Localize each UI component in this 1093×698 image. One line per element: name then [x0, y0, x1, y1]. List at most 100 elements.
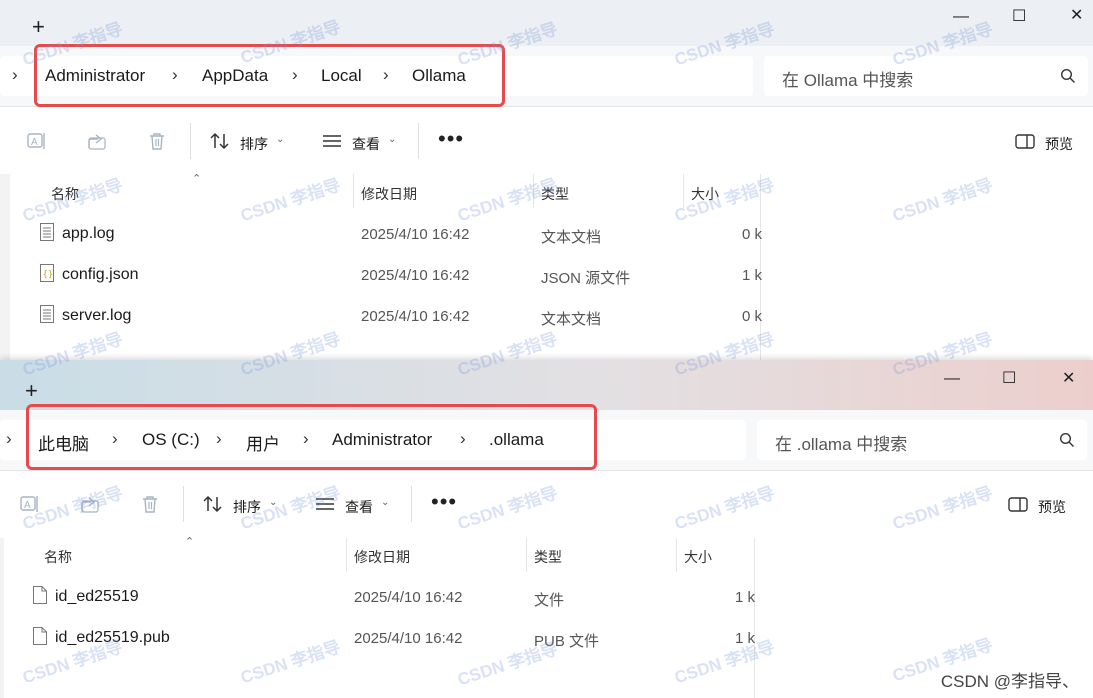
more-options-button[interactable]: ••• [438, 126, 464, 152]
toolbar-divider [183, 486, 184, 522]
file-size: 1 k [742, 267, 763, 284]
file-modified: 2025/4/10 16:42 [354, 630, 463, 647]
column-divider[interactable] [526, 538, 527, 572]
column-divider[interactable] [353, 174, 354, 208]
command-bar: A 排序 ⌄ 查看 ⌄ ••• 预览 [0, 472, 1093, 538]
file-name[interactable]: app.log [62, 225, 115, 243]
file-modified: 2025/4/10 16:42 [361, 226, 470, 243]
file-size: 0 k [742, 308, 763, 325]
file-modified: 2025/4/10 16:42 [361, 267, 470, 284]
file-modified: 2025/4/10 16:42 [361, 308, 470, 325]
svg-text:A: A [31, 137, 38, 148]
column-header-size[interactable]: 大小 [684, 547, 712, 567]
toolbar-divider [190, 123, 191, 159]
file-name[interactable]: id_ed25519 [55, 588, 139, 606]
view-icon[interactable] [314, 493, 336, 515]
file-name[interactable]: id_ed25519.pub [55, 629, 170, 647]
file-name[interactable]: server.log [62, 307, 131, 325]
preview-button[interactable]: 预览 [1045, 134, 1073, 154]
sort-ascending-icon: ⌃ [192, 173, 202, 185]
column-header-size[interactable]: 大小 [691, 184, 719, 204]
file-size: 0 k [742, 226, 763, 243]
file-row[interactable]: id_ed25519.pub 2025/4/10 16:42 PUB 文件 1 … [0, 617, 770, 657]
breadcrumb-highlight-box [26, 404, 597, 470]
file-type: 文本文档 [541, 229, 602, 246]
chevron-down-icon: ⌄ [269, 497, 278, 508]
column-divider[interactable] [683, 174, 684, 208]
delete-icon[interactable] [146, 130, 168, 152]
breadcrumb-highlight-box [34, 44, 505, 107]
column-divider[interactable] [346, 538, 347, 572]
json-file-icon: {} [40, 264, 54, 282]
chevron-right-icon[interactable]: › [6, 429, 12, 449]
search-box[interactable]: 在 Ollama 中搜索 [764, 56, 1088, 96]
delete-icon[interactable] [139, 493, 161, 515]
file-type: JSON 源文件 [541, 270, 631, 287]
view-button[interactable]: 查看 [352, 134, 380, 154]
file-row[interactable]: {} config.json 2025/4/10 16:42 JSON 源文件 … [0, 254, 770, 294]
minimize-button[interactable]: — [944, 370, 960, 388]
close-button[interactable]: ✕ [1062, 368, 1075, 388]
column-header-modified[interactable]: 修改日期 [354, 547, 410, 567]
explorer-window-ollama: + — ☐ ✕ › Administrator › AppData › Loca… [0, 0, 1093, 360]
search-placeholder: 在 .ollama 中搜索 [775, 435, 908, 454]
rename-icon[interactable]: A [26, 130, 48, 152]
chevron-down-icon: ⌄ [388, 134, 397, 145]
file-row[interactable]: id_ed25519 2025/4/10 16:42 文件 1 k [0, 576, 770, 616]
view-button[interactable]: 查看 [345, 497, 373, 517]
sort-icon[interactable] [209, 130, 231, 152]
rename-icon[interactable]: A [19, 493, 41, 515]
view-icon[interactable] [321, 130, 343, 152]
file-type: 文件 [534, 592, 565, 609]
share-icon[interactable] [79, 493, 101, 515]
file-type: PUB 文件 [534, 633, 600, 650]
search-placeholder: 在 Ollama 中搜索 [782, 71, 914, 90]
column-header-name[interactable]: 名称 [44, 547, 72, 567]
close-button[interactable]: ✕ [1070, 5, 1083, 25]
file-icon [33, 627, 47, 645]
sort-icon[interactable] [202, 493, 224, 515]
new-tab-button[interactable]: + [32, 14, 45, 40]
column-header-type[interactable]: 类型 [534, 547, 562, 567]
title-bar: + — ☐ ✕ [0, 0, 1093, 46]
file-modified: 2025/4/10 16:42 [354, 589, 463, 606]
file-name[interactable]: config.json [62, 266, 139, 284]
title-bar: + — ☐ ✕ [0, 360, 1093, 410]
preview-pane-icon[interactable] [1014, 130, 1036, 152]
text-file-icon [40, 223, 54, 241]
sort-button[interactable]: 排序 [233, 497, 261, 517]
file-row[interactable]: server.log 2025/4/10 16:42 文本文档 0 k [0, 295, 770, 335]
sort-button[interactable]: 排序 [240, 134, 268, 154]
file-size: 1 k [735, 589, 756, 606]
file-type: 文本文档 [541, 311, 602, 328]
new-tab-button[interactable]: + [25, 378, 38, 404]
preview-button[interactable]: 预览 [1038, 497, 1066, 517]
column-divider[interactable] [533, 174, 534, 208]
search-icon [1060, 68, 1075, 83]
column-header-name[interactable]: 名称 [51, 184, 79, 204]
search-box[interactable]: 在 .ollama 中搜索 [757, 420, 1087, 460]
author-credit: CSDN @李指导、 [940, 672, 1079, 691]
search-icon [1059, 432, 1074, 447]
share-icon[interactable] [86, 130, 108, 152]
minimize-button[interactable]: — [953, 8, 969, 26]
toolbar-divider [411, 486, 412, 522]
explorer-window-dot-ollama: + — ☐ ✕ › 此电脑 › OS (C:) › 用户 › Administr… [0, 360, 1093, 698]
command-bar: A 排序 ⌄ 查看 ⌄ ••• 预览 [0, 108, 1093, 174]
chevron-down-icon: ⌄ [276, 134, 285, 145]
preview-pane-icon[interactable] [1007, 493, 1029, 515]
svg-text:{}: {} [43, 270, 54, 280]
maximize-button[interactable]: ☐ [1002, 368, 1016, 388]
file-icon [33, 586, 47, 604]
toolbar-divider [418, 123, 419, 159]
file-size: 1 k [735, 630, 756, 647]
more-options-button[interactable]: ••• [431, 489, 457, 515]
column-divider[interactable] [676, 538, 677, 572]
file-row[interactable]: app.log 2025/4/10 16:42 文本文档 0 k [0, 213, 770, 253]
column-header-type[interactable]: 类型 [541, 184, 569, 204]
text-file-icon [40, 305, 54, 323]
maximize-button[interactable]: ☐ [1012, 6, 1026, 26]
svg-text:A: A [24, 500, 31, 511]
chevron-right-icon[interactable]: › [12, 65, 18, 85]
column-header-modified[interactable]: 修改日期 [361, 184, 417, 204]
